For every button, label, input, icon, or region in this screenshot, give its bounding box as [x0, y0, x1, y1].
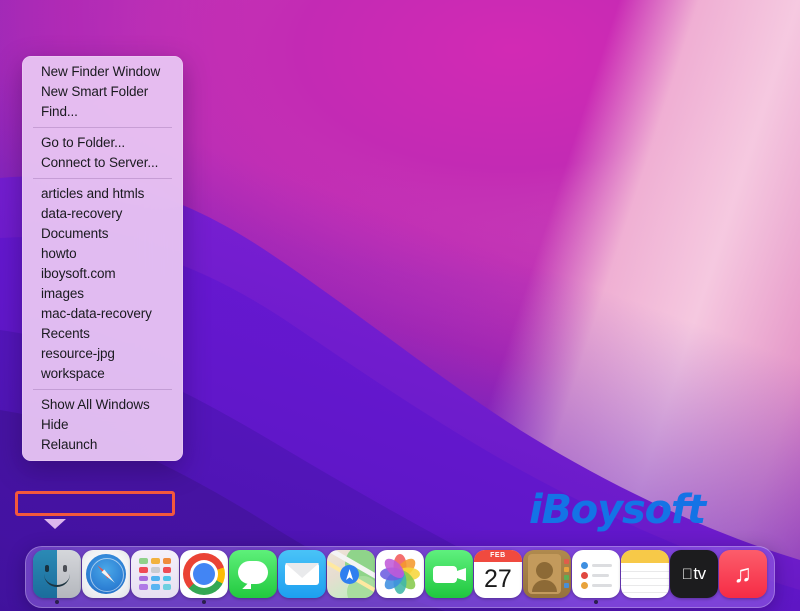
maps-icon[interactable] [327, 550, 375, 598]
menu-item-workspace[interactable]: workspace [22, 364, 183, 384]
menu-item-show-all-windows[interactable]: Show All Windows [22, 395, 183, 415]
chrome-icon[interactable] [180, 550, 228, 598]
launchpad-icon[interactable] [131, 550, 179, 598]
menu-item-label: Documents [41, 224, 108, 244]
menu-item-new-smart-folder[interactable]: New Smart Folder [22, 82, 183, 102]
menu-item-label: Go to Folder... [41, 133, 125, 153]
menu-item-documents[interactable]: Documents [22, 224, 183, 244]
menu-item-articles-and-htmls[interactable]: articles and htmls [22, 184, 183, 204]
dock-item-launchpad[interactable] [131, 549, 180, 605]
appletv-label: tv [693, 564, 705, 584]
facetime-icon[interactable] [425, 550, 473, 598]
menu-item-label: Hide [41, 415, 68, 435]
dock-item-notes[interactable] [620, 549, 669, 605]
safari-icon[interactable] [82, 550, 130, 598]
music-icon[interactable]: ♫ [719, 550, 767, 598]
menu-item-label: Show All Windows [41, 395, 150, 415]
calendar-month: FEB [474, 550, 522, 562]
dock-item-photos[interactable] [376, 549, 425, 605]
contacts-icon[interactable] [523, 550, 571, 598]
dock-item-finder[interactable] [33, 549, 82, 605]
appletv-icon[interactable]: tv [670, 550, 718, 598]
menu-item-label: workspace [41, 364, 105, 384]
menu-item-relaunch[interactable]: Relaunch [22, 435, 183, 455]
menu-item-find[interactable]: Find... [22, 102, 183, 122]
dock-item-reminders[interactable] [571, 549, 620, 605]
reminders-icon[interactable] [572, 550, 620, 598]
menu-item-label: New Smart Folder [41, 82, 148, 102]
music-note-icon: ♫ [733, 560, 752, 589]
context-menu-pointer [44, 519, 66, 529]
menu-item-label: data-recovery [41, 204, 122, 224]
mail-icon[interactable] [278, 550, 326, 598]
dock-item-mail[interactable] [278, 549, 327, 605]
dock-item-apple-tv[interactable]: tv [669, 549, 718, 605]
menu-item-data-recovery[interactable]: data-recovery [22, 204, 183, 224]
app-running-indicator [202, 600, 206, 604]
dock-item-google-chrome[interactable] [180, 549, 229, 605]
menu-separator [33, 127, 172, 128]
desktop-screen: iBoysoft New Finder WindowNew Smart Fold… [0, 0, 800, 611]
notes-icon[interactable] [621, 550, 669, 598]
menu-item-recents[interactable]: Recents [22, 324, 183, 344]
menu-separator [33, 389, 172, 390]
menu-item-iboysoft-com[interactable]: iboysoft.com [22, 264, 183, 284]
menu-item-label: howto [41, 244, 77, 264]
dock-item-messages[interactable] [229, 549, 278, 605]
iboysoft-watermark: iBoysoft [529, 487, 705, 533]
menu-item-mac-data-recovery[interactable]: mac-data-recovery [22, 304, 183, 324]
calendar-icon[interactable]: FEB27 [474, 550, 522, 598]
dock-item-safari[interactable] [82, 549, 131, 605]
dock-item-calendar[interactable]: FEB27 [473, 549, 522, 605]
menu-item-label: mac-data-recovery [41, 304, 152, 324]
menu-separator [33, 178, 172, 179]
menu-item-label: Recents [41, 324, 90, 344]
finder-icon[interactable] [33, 550, 81, 598]
menu-item-label: images [41, 284, 84, 304]
photos-icon[interactable] [376, 550, 424, 598]
finder-dock-context-menu[interactable]: New Finder WindowNew Smart FolderFind...… [22, 56, 183, 461]
calendar-day: 27 [474, 562, 522, 598]
menu-item-hide[interactable]: Hide [22, 415, 183, 435]
menu-item-label: New Finder Window [41, 62, 160, 82]
menu-item-label: articles and htmls [41, 184, 144, 204]
dock-item-facetime[interactable] [425, 549, 474, 605]
app-running-indicator [55, 600, 59, 604]
app-running-indicator [594, 600, 598, 604]
menu-item-label: Connect to Server... [41, 153, 158, 173]
dock-item-contacts[interactable] [522, 549, 571, 605]
menu-item-label: Relaunch [41, 435, 97, 455]
menu-item-label: Find... [41, 102, 78, 122]
menu-item-label: resource-jpg [41, 344, 115, 364]
menu-item-new-finder-window[interactable]: New Finder Window [22, 62, 183, 82]
menu-item-images[interactable]: images [22, 284, 183, 304]
messages-icon[interactable] [229, 550, 277, 598]
menu-item-label: iboysoft.com [41, 264, 116, 284]
menu-item-resource-jpg[interactable]: resource-jpg [22, 344, 183, 364]
dock-item-maps[interactable] [327, 549, 376, 605]
menu-item-go-to-folder[interactable]: Go to Folder... [22, 133, 183, 153]
dock-item-music[interactable]: ♫ [718, 549, 767, 605]
dock[interactable]: FEB27 tv ♫ [25, 546, 775, 608]
apple-logo-icon:  [682, 566, 693, 583]
menu-item-howto[interactable]: howto [22, 244, 183, 264]
menu-item-connect-to-server[interactable]: Connect to Server... [22, 153, 183, 173]
